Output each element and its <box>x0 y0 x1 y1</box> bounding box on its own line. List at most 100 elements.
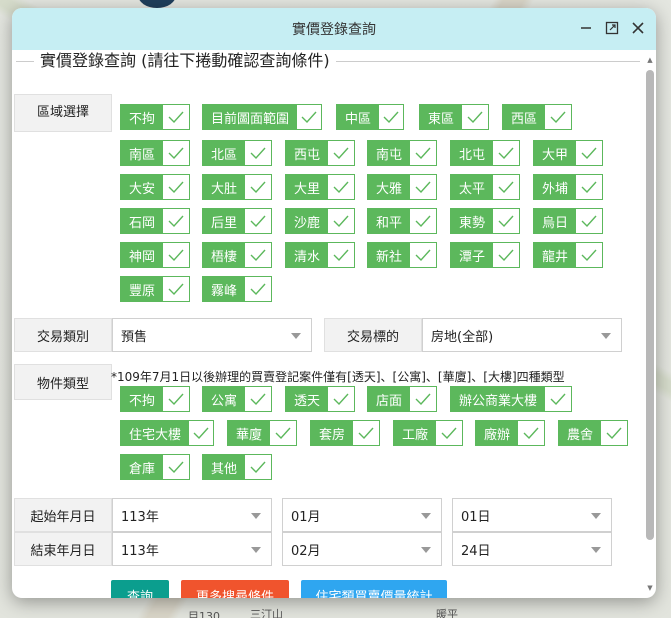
chip-label: 農舍 <box>559 421 602 445</box>
filter-chip[interactable]: 大安 <box>120 174 190 200</box>
dialog-titlebar[interactable]: 實價登錄查詢 <box>12 8 656 50</box>
start-year-select[interactable]: 113年 <box>112 498 272 532</box>
trade-target-select[interactable]: 房地(全部) <box>422 318 622 352</box>
filter-chip[interactable]: 梧棲 <box>202 242 272 268</box>
chip-label: 大肚 <box>203 175 246 199</box>
chip-label: 烏日 <box>534 209 577 233</box>
area-label: 區域選擇 <box>14 94 112 132</box>
start-month-select[interactable]: 01月 <box>282 498 442 532</box>
filter-chip[interactable]: 工廠 <box>393 420 463 446</box>
scrollbar[interactable]: ▲ ▼ <box>646 54 654 592</box>
filter-chip[interactable]: 農舍 <box>558 420 628 446</box>
checkmark-icon <box>163 209 189 233</box>
filter-chip[interactable]: 大甲 <box>533 140 603 166</box>
filter-chip[interactable]: 其他 <box>202 454 272 480</box>
price-volume-stats-button[interactable]: 住宅類買賣價量統計 <box>301 580 447 598</box>
more-conditions-button[interactable]: 更多搜尋條件 <box>181 580 289 598</box>
filter-chip[interactable]: 石岡 <box>120 208 190 234</box>
map-label: 暖平 <box>436 608 458 618</box>
checkmark-icon <box>410 243 436 267</box>
filter-chip[interactable]: 不拘 <box>120 104 190 130</box>
fieldset-legend: 實價登錄查詢 (請往下捲動確認查詢條件) <box>34 50 336 72</box>
scroll-down-icon[interactable]: ▼ <box>646 584 654 592</box>
map-label: 三汀山 <box>250 608 283 618</box>
checkmark-icon <box>576 209 602 233</box>
filter-chip[interactable]: 華廈 <box>227 420 297 446</box>
checkmark-icon <box>245 387 271 411</box>
filter-chip[interactable]: 潭子 <box>450 242 520 268</box>
filter-chip[interactable]: 店面 <box>367 386 437 412</box>
checkmark-icon <box>328 387 354 411</box>
filter-chip[interactable]: 廠辦 <box>475 420 545 446</box>
filter-chip[interactable]: 烏日 <box>533 208 603 234</box>
filter-chip[interactable]: 不拘 <box>120 386 190 412</box>
checkmark-icon <box>493 141 519 165</box>
filter-chip[interactable]: 沙鹿 <box>285 208 355 234</box>
end-day-select[interactable]: 24日 <box>452 532 612 566</box>
filter-chip[interactable]: 霧峰 <box>202 276 272 302</box>
filter-chip[interactable]: 辦公商業大樓 <box>450 386 572 412</box>
filter-chip[interactable]: 南屯 <box>367 140 437 166</box>
filter-chip[interactable]: 大里 <box>285 174 355 200</box>
filter-chip[interactable]: 倉庫 <box>120 454 190 480</box>
filter-chip[interactable]: 南區 <box>120 140 190 166</box>
filter-chip[interactable]: 神岡 <box>120 242 190 268</box>
filter-chip[interactable]: 清水 <box>285 242 355 268</box>
scroll-up-icon[interactable]: ▲ <box>646 56 654 64</box>
chip-label: 東勢 <box>451 209 494 233</box>
filter-chip[interactable]: 太平 <box>450 174 520 200</box>
chip-label: 北區 <box>203 141 246 165</box>
filter-chip[interactable]: 北屯 <box>450 140 520 166</box>
end-month-select[interactable]: 02月 <box>282 532 442 566</box>
maximize-icon[interactable] <box>604 18 620 38</box>
property-type-label: 物件類型 <box>14 364 112 400</box>
checkmark-icon <box>163 105 189 129</box>
chip-label: 和平 <box>368 209 411 233</box>
caret-down-icon <box>291 333 301 339</box>
checkmark-icon <box>379 105 403 129</box>
checkmark-icon <box>410 175 436 199</box>
filter-chip[interactable]: 外埔 <box>533 174 603 200</box>
checkmark-icon <box>245 277 271 301</box>
start-day-select[interactable]: 01日 <box>452 498 612 532</box>
chip-label: 新社 <box>368 243 411 267</box>
scroll-thumb[interactable] <box>646 70 654 540</box>
minimize-icon[interactable] <box>578 18 594 38</box>
filter-chip[interactable]: 大雅 <box>367 174 437 200</box>
end-year-select[interactable]: 113年 <box>112 532 272 566</box>
filter-chip[interactable]: 目前圖面範圍 <box>202 104 322 130</box>
start-day-value: 01日 <box>461 509 491 525</box>
filter-chip[interactable]: 西區 <box>502 104 572 130</box>
chip-label: 住宅大樓 <box>121 421 190 445</box>
end-year-value: 113年 <box>121 543 159 559</box>
chip-label: 石岡 <box>121 209 164 233</box>
filter-chip[interactable]: 大肚 <box>202 174 272 200</box>
checkmark-icon <box>576 243 602 267</box>
filter-chip[interactable]: 透天 <box>285 386 355 412</box>
dialog-body[interactable]: 實價登錄查詢 (請往下捲動確認查詢條件) 區域選擇 不拘 目前圖面範圍 中區 東區 西區… <box>12 50 644 598</box>
filter-chip[interactable]: 北區 <box>202 140 272 166</box>
search-button[interactable]: 查詢 <box>111 580 169 598</box>
filter-chip[interactable]: 龍井 <box>533 242 603 268</box>
filter-chip[interactable]: 豐原 <box>120 276 190 302</box>
filter-chip[interactable]: 后里 <box>202 208 272 234</box>
filter-chip[interactable]: 套房 <box>310 420 380 446</box>
caret-down-icon <box>591 547 601 553</box>
trade-target-value: 房地(全部) <box>431 329 494 345</box>
chip-label: 倉庫 <box>121 455 164 479</box>
filter-chip[interactable]: 新社 <box>367 242 437 268</box>
checkmark-icon <box>410 141 436 165</box>
caret-down-icon <box>601 333 611 339</box>
checkmark-icon <box>493 175 519 199</box>
chip-label: 清水 <box>286 243 329 267</box>
filter-chip[interactable]: 西屯 <box>285 140 355 166</box>
filter-chip[interactable]: 東區 <box>419 104 489 130</box>
chip-label: 南區 <box>121 141 164 165</box>
filter-chip[interactable]: 和平 <box>367 208 437 234</box>
filter-chip[interactable]: 東勢 <box>450 208 520 234</box>
close-icon[interactable] <box>630 18 646 38</box>
trade-type-select[interactable]: 預售 <box>112 318 312 352</box>
filter-chip[interactable]: 公寓 <box>202 386 272 412</box>
filter-chip[interactable]: 中區 <box>336 104 404 130</box>
filter-chip[interactable]: 住宅大樓 <box>120 420 214 446</box>
